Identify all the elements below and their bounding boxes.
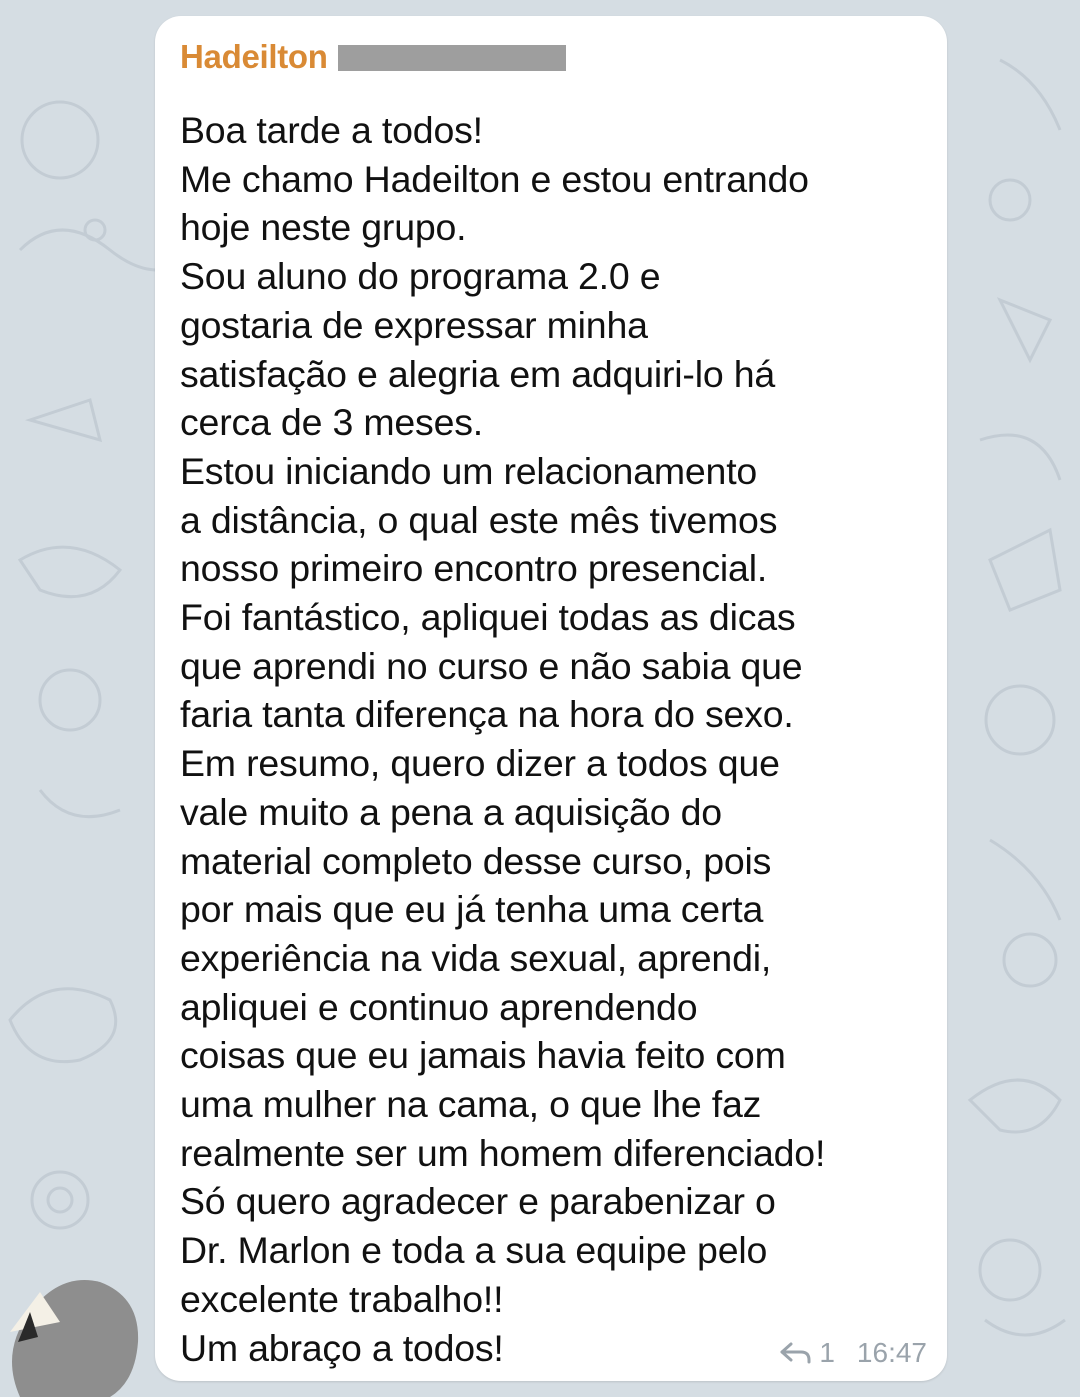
message-line: que aprendi no curso e não sabia que: [180, 644, 803, 687]
message-time: 16:47: [856, 1337, 927, 1368]
message-line: excelente trabalho!!: [180, 1277, 504, 1320]
message-line: material completo desse curso, pois: [180, 839, 772, 882]
redacted-surname-block: [337, 45, 566, 71]
message-line: uma mulher na cama, o que lhe faz: [180, 1083, 762, 1126]
message-line: apliquei e continuo aprendendo: [180, 985, 698, 1028]
message-line: realmente ser um homem diferenciado!: [180, 1131, 826, 1174]
message-line: Dr. Marlon e toda a sua equipe pelo: [180, 1229, 768, 1272]
message-line: Foi fantástico, apliquei todas as dicas: [180, 596, 796, 639]
message-line: Só quero agradecer e parabenizar o: [180, 1180, 776, 1223]
message-line: satisfação e alegria em adquiri-lo há: [180, 352, 776, 395]
message-meta: 1 16:47: [779, 1337, 927, 1369]
message-line: por mais que eu já tenha uma certa: [180, 888, 764, 931]
sender-name[interactable]: Hadeilton: [180, 38, 328, 76]
message-line: Boa tarde a todos!: [180, 109, 483, 151]
message-line: cerca de 3 meses.: [180, 401, 483, 444]
message-line: nosso primeiro encontro presencial.: [180, 547, 768, 590]
message-line: Me chamo Hadeilton e estou entrando: [180, 157, 809, 200]
message-line: a distância, o qual este mês tivemos: [180, 498, 778, 541]
message-line: vale muito a pena a aquisição do: [180, 790, 722, 833]
message-text: Boa tarde a todos! Me chamo Hadeilton e …: [180, 106, 917, 1372]
message-line: experiência na vida sexual, aprendi,: [180, 936, 772, 979]
message-line: hoje neste grupo.: [180, 206, 467, 249]
message-line: coisas que eu jamais havia feito com: [180, 1034, 786, 1077]
message-line: gostaria de expressar minha: [180, 303, 648, 346]
message-line: Sou aluno do programa 2.0 e: [180, 255, 661, 298]
message-bubble[interactable]: Hadeilton Boa tarde a todos! Me chamo Ha…: [155, 16, 947, 1381]
message-line: Em resumo, quero dizer a todos que: [180, 742, 780, 785]
message-line: Estou iniciando um relacionamento: [180, 449, 758, 492]
message-header: Hadeilton: [180, 36, 917, 78]
reply-count[interactable]: 1: [819, 1337, 835, 1369]
message-line: faria tanta diferença na hora do sexo.: [180, 693, 794, 736]
sender-avatar[interactable]: [0, 1262, 150, 1397]
reply-arrow-icon[interactable]: [779, 1340, 813, 1366]
